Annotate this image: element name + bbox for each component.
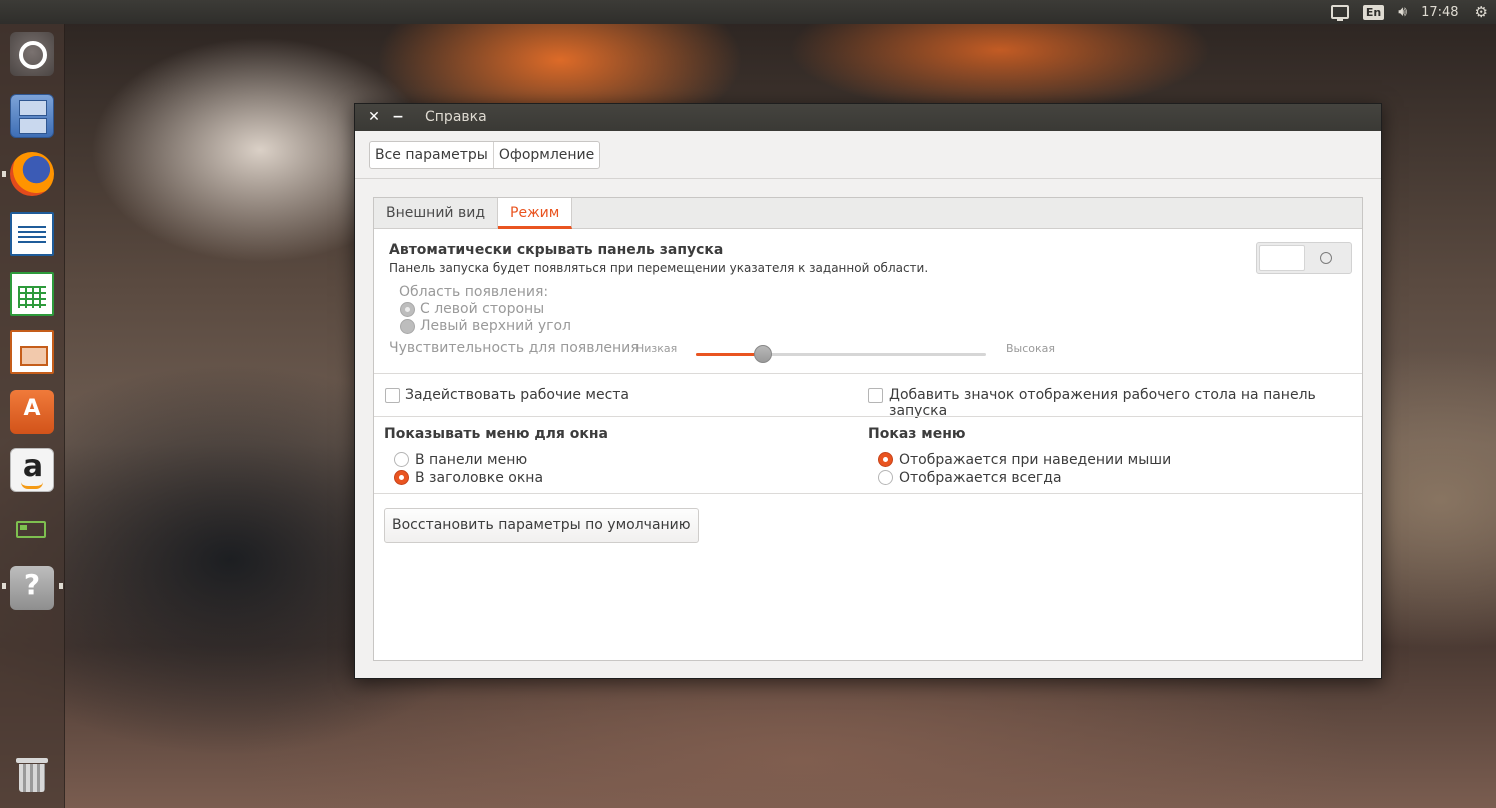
sensitivity-label: Чувствительность для появления bbox=[389, 340, 639, 356]
sensitivity-slider[interactable] bbox=[696, 345, 986, 363]
gear-icon[interactable]: ⚙︎ bbox=[1475, 3, 1488, 21]
menu-in-titlebar-radio[interactable] bbox=[394, 470, 409, 485]
file-cabinet-icon[interactable] bbox=[10, 94, 54, 138]
menu-always-radio[interactable] bbox=[878, 470, 893, 485]
switch-knob bbox=[1259, 245, 1305, 271]
tab-bar: Внешний вид Режим bbox=[374, 198, 1362, 229]
divider bbox=[374, 416, 1362, 417]
launcher bbox=[0, 24, 65, 808]
menu-in-panel-radio[interactable] bbox=[394, 452, 409, 467]
toolbar: Все параметры Оформление bbox=[355, 131, 1381, 179]
menu-in-titlebar-label: В заголовке окна bbox=[415, 470, 544, 486]
autohide-switch[interactable] bbox=[1256, 242, 1352, 274]
workspaces-checkbox[interactable] bbox=[385, 388, 400, 403]
window-title: Справка bbox=[425, 109, 487, 125]
breadcrumb-all-settings[interactable]: Все параметры bbox=[370, 142, 493, 168]
minimize-icon[interactable]: − bbox=[389, 108, 407, 126]
system-tray: En 🔊︎ 17:48 ⚙︎ bbox=[1330, 0, 1496, 24]
tab-look[interactable]: Внешний вид bbox=[374, 198, 499, 228]
close-icon[interactable]: ✕ bbox=[365, 108, 383, 126]
breadcrumb: Все параметры Оформление bbox=[369, 141, 601, 169]
firefox-icon[interactable] bbox=[10, 152, 54, 196]
reveal-left-label: С левой стороны bbox=[420, 301, 545, 317]
menu-on-hover-label: Отображается при наведении мыши bbox=[899, 452, 1172, 468]
sensitivity-low-label: Низкая bbox=[636, 342, 678, 355]
trash-icon[interactable] bbox=[10, 754, 54, 798]
menu-visibility-title: Показ меню bbox=[868, 426, 966, 442]
autohide-section: Автоматически скрывать панель запуска Па… bbox=[374, 229, 1362, 372]
battery-icon[interactable] bbox=[10, 508, 54, 552]
appearance-panel: Внешний вид Режим Автоматически скрывать… bbox=[373, 197, 1363, 661]
breadcrumb-appearance[interactable]: Оформление bbox=[492, 142, 599, 168]
reveal-area-label: Область появления: bbox=[399, 284, 549, 300]
impress-icon[interactable] bbox=[10, 330, 54, 374]
reveal-corner-label: Левый верхний угол bbox=[420, 318, 571, 334]
clock[interactable]: 17:48 bbox=[1421, 5, 1458, 20]
slider-fill bbox=[696, 353, 763, 356]
menu-in-panel-label: В панели меню bbox=[415, 452, 528, 468]
show-desktop-label: Добавить значок отображения рабочего сто… bbox=[889, 387, 1316, 419]
help-icon[interactable] bbox=[10, 566, 54, 610]
network-icon[interactable] bbox=[1330, 5, 1349, 21]
switch-off-indicator bbox=[1320, 252, 1332, 264]
slider-handle[interactable] bbox=[753, 345, 772, 363]
menu-on-hover-radio[interactable] bbox=[878, 452, 893, 467]
sensitivity-high-label: Высокая bbox=[1006, 342, 1056, 355]
settings-window: ✕ − Справка Все параметры Оформление Вне… bbox=[354, 103, 1382, 679]
focused-indicator bbox=[59, 583, 63, 589]
show-desktop-checkbox[interactable] bbox=[868, 388, 883, 403]
divider bbox=[374, 373, 1362, 374]
window-menu-title: Показывать меню для окна bbox=[384, 426, 608, 442]
keyboard-layout-indicator[interactable]: En bbox=[1362, 4, 1385, 20]
divider bbox=[374, 493, 1362, 494]
calc-icon[interactable] bbox=[10, 272, 54, 316]
ubuntu-logo-icon[interactable] bbox=[10, 32, 54, 76]
software-bag-icon[interactable] bbox=[10, 390, 54, 434]
running-indicator bbox=[2, 171, 6, 177]
reveal-left-radio[interactable] bbox=[400, 302, 415, 317]
speaker-icon[interactable]: 🔊︎ bbox=[1398, 4, 1407, 20]
window-titlebar[interactable]: ✕ − Справка bbox=[355, 104, 1381, 131]
amazon-icon[interactable] bbox=[10, 448, 55, 492]
writer-icon[interactable] bbox=[10, 212, 54, 256]
menu-always-label: Отображается всегда bbox=[899, 470, 1062, 486]
workspaces-label: Задействовать рабочие места bbox=[405, 387, 630, 403]
reveal-corner-radio[interactable] bbox=[400, 319, 415, 334]
running-indicator bbox=[2, 583, 6, 589]
top-panel: En 🔊︎ 17:48 ⚙︎ bbox=[0, 0, 1496, 24]
autohide-title: Автоматически скрывать панель запуска bbox=[389, 242, 724, 258]
restore-defaults-button[interactable]: Восстановить параметры по умолчанию bbox=[384, 508, 699, 543]
tab-behavior[interactable]: Режим bbox=[498, 198, 573, 229]
autohide-description: Панель запуска будет появляться при пере… bbox=[389, 261, 929, 275]
